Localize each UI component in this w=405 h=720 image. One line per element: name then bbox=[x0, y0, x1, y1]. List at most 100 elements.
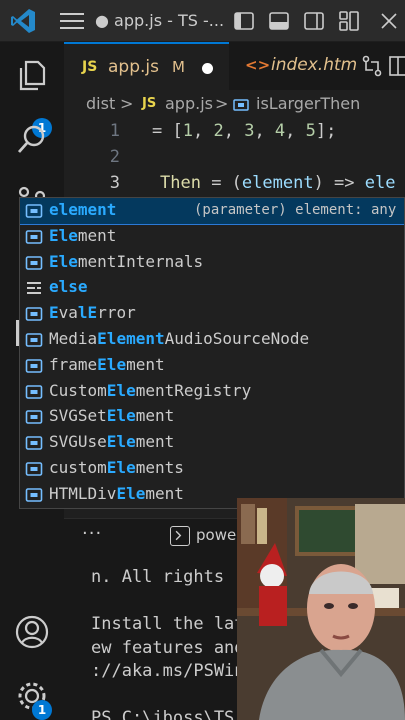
suggestion-item[interactable]: EvalError bbox=[20, 301, 404, 327]
suggestion-label: EvalError bbox=[49, 303, 136, 322]
suggestion-item[interactable]: customElements bbox=[20, 456, 404, 482]
suggestion-item[interactable]: SVGUseElement bbox=[20, 430, 404, 456]
js-file-icon: JS bbox=[82, 59, 98, 75]
line-number: 1 bbox=[109, 121, 120, 141]
suggestion-label: HTMLDivElement bbox=[49, 484, 184, 503]
match-highlight: l bbox=[77, 303, 88, 323]
suggestion-item[interactable]: element (parameter) element: any bbox=[20, 198, 404, 225]
match-highlight: Ele bbox=[97, 354, 127, 374]
match-highlight: element bbox=[49, 200, 117, 219]
code-token: ) => bbox=[313, 173, 365, 193]
breadcrumb-separator: > bbox=[120, 94, 134, 113]
variable-symbol-icon bbox=[25, 255, 43, 270]
terminal-line: PS C:\jboss\TS bbox=[91, 708, 235, 720]
label-text: AudioSourceNode bbox=[164, 329, 310, 348]
customize-layout-icon[interactable] bbox=[338, 10, 360, 32]
variable-symbol-icon bbox=[25, 307, 43, 321]
toggle-secondary-sidebar-icon[interactable] bbox=[303, 10, 325, 32]
more-actions-icon[interactable]: ··· bbox=[82, 523, 102, 544]
match-highlight: else bbox=[49, 277, 88, 297]
match-highlight: Ele bbox=[106, 458, 136, 477]
label-text: ment bbox=[145, 483, 184, 503]
match-highlight: Ele bbox=[106, 432, 136, 452]
terminal-icon bbox=[170, 526, 190, 546]
variable-symbol-icon bbox=[25, 462, 43, 476]
explorer-icon[interactable] bbox=[14, 58, 50, 94]
label-text: va bbox=[58, 303, 78, 323]
label-text: ment bbox=[77, 225, 117, 245]
breadcrumb-file[interactable]: app.js bbox=[165, 94, 213, 113]
variable-symbol-icon bbox=[233, 99, 249, 111]
suggestion-item[interactable]: SVGSetElement bbox=[20, 404, 404, 430]
label-text: ment bbox=[126, 354, 165, 374]
suggestion-label: customElements bbox=[49, 458, 184, 477]
menu-icon[interactable] bbox=[60, 13, 84, 29]
label-text: SVGSet bbox=[49, 406, 107, 426]
suggestion-item[interactable]: ElementInternals bbox=[20, 250, 404, 276]
compare-changes-icon[interactable] bbox=[361, 55, 383, 77]
tab-label: app.js bbox=[108, 57, 159, 77]
unsaved-dot-icon[interactable] bbox=[202, 63, 213, 74]
label-text: custom bbox=[49, 458, 107, 477]
toggle-panel-icon[interactable] bbox=[268, 10, 290, 32]
suggestion-label: element bbox=[49, 200, 116, 219]
editor-tab-bar: JS app.js M <> index.html bbox=[64, 42, 405, 90]
settings-badge: 1 bbox=[32, 700, 52, 720]
editor-actions bbox=[357, 42, 405, 90]
breadcrumb: dist > JS app.js > isLargerThen bbox=[64, 90, 405, 118]
code-line-1[interactable]: = [1, 2, 3, 4, 5]; bbox=[152, 121, 336, 141]
suggestion-item[interactable]: Element bbox=[20, 224, 404, 250]
terminal-line: n. All rights r bbox=[91, 567, 245, 587]
suggestion-item[interactable]: CustomElementRegistry bbox=[20, 379, 404, 405]
suggestion-item[interactable]: frameElement bbox=[20, 353, 404, 379]
parameter-name: element bbox=[241, 173, 314, 193]
search-icon[interactable] bbox=[14, 122, 50, 158]
variable-symbol-icon bbox=[25, 436, 43, 450]
terminal-tab[interactable]: powe bbox=[196, 526, 236, 544]
suggestion-item[interactable]: else bbox=[20, 275, 404, 301]
account-icon[interactable] bbox=[14, 614, 50, 650]
close-window-icon[interactable] bbox=[378, 10, 400, 32]
tab-index-html[interactable]: <> index.html bbox=[229, 42, 362, 90]
tab-app-js[interactable]: JS app.js M bbox=[64, 42, 229, 90]
label-text: Custom bbox=[49, 380, 107, 400]
number-literal: 3 bbox=[244, 121, 255, 141]
code-token: = [ bbox=[152, 121, 183, 141]
match-highlight: E bbox=[87, 303, 98, 323]
variable-symbol-icon bbox=[25, 487, 43, 502]
suggestion-item[interactable]: MediaElementAudioSourceNode bbox=[20, 327, 404, 353]
match-highlight: Ele bbox=[106, 406, 136, 426]
number-literal: 2 bbox=[213, 121, 224, 141]
vscode-logo-icon bbox=[11, 9, 35, 33]
suggestion-label: ElementInternals bbox=[49, 252, 203, 271]
suggestion-label: SVGSetElement bbox=[49, 406, 174, 425]
suggestion-label: CustomElementRegistry bbox=[49, 381, 251, 400]
suggest-widget: element (parameter) element: any Element El… bbox=[19, 197, 405, 509]
label-text: rror bbox=[97, 303, 136, 323]
html-file-icon: <> bbox=[245, 56, 271, 74]
match-highlight: Ele bbox=[49, 251, 78, 271]
variable-symbol-icon bbox=[25, 384, 43, 399]
breadcrumb-symbol[interactable]: isLargerThen bbox=[256, 94, 360, 113]
line-number: 2 bbox=[109, 147, 120, 167]
title-bar: ● app.js - TS -... bbox=[0, 0, 405, 42]
suggestion-label: MediaElementAudioSourceNode bbox=[49, 329, 309, 348]
toggle-primary-sidebar-icon[interactable] bbox=[233, 10, 255, 32]
function-name: Then bbox=[160, 173, 201, 193]
label-text: HTMLDiv bbox=[49, 483, 117, 503]
code-line-3[interactable]: Then = (element) => ele bbox=[160, 173, 395, 193]
suggestion-label: frameElement bbox=[49, 355, 165, 374]
number-literal: 1 bbox=[182, 121, 193, 141]
variable-symbol-icon bbox=[25, 229, 43, 244]
match-highlight: Ele bbox=[106, 380, 136, 400]
variable-symbol-icon bbox=[25, 358, 43, 373]
label-text: ment bbox=[135, 406, 175, 426]
label-text: ments bbox=[135, 458, 184, 477]
number-literal: 5 bbox=[305, 121, 316, 141]
split-editor-icon[interactable] bbox=[389, 55, 405, 77]
breadcrumb-folder[interactable]: dist bbox=[86, 94, 115, 113]
label-text: frame bbox=[49, 354, 98, 374]
suggestion-label: Element bbox=[49, 226, 116, 245]
suggestion-detail: (parameter) element: any bbox=[194, 202, 397, 218]
terminal-line: ://aka.ms/PSWin bbox=[91, 661, 245, 681]
